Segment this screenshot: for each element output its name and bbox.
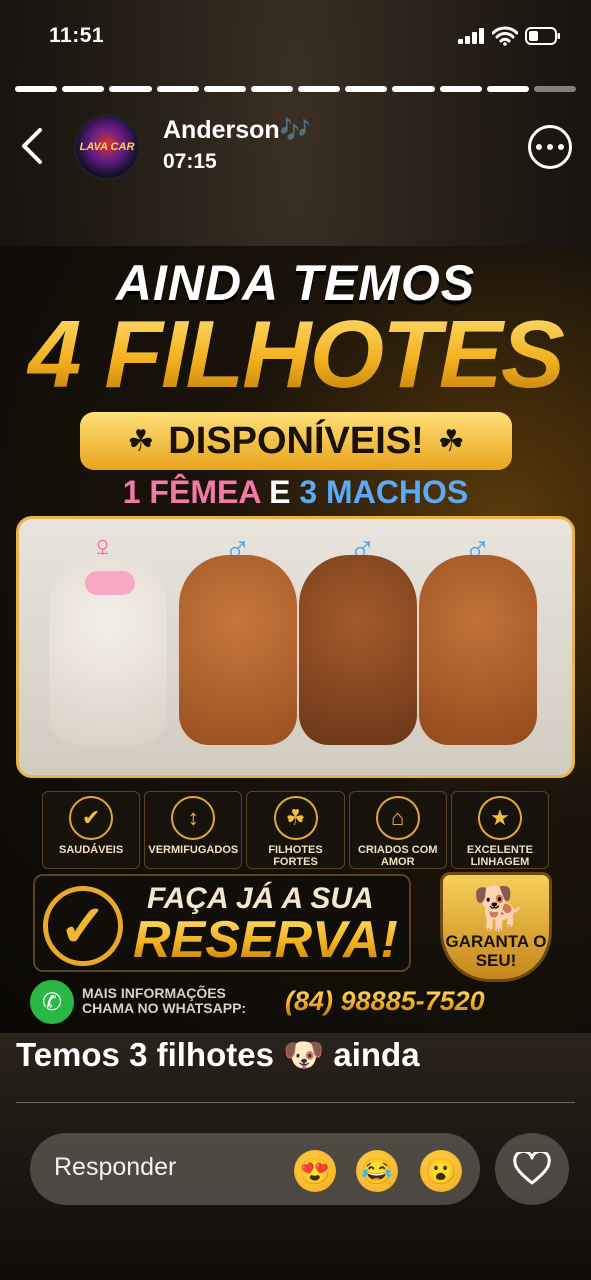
house-heart-icon: ⌂ xyxy=(375,796,420,840)
feature-badge: ☘ FILHOTES FORTES xyxy=(246,791,345,869)
feature-badge-label: VERMIFUGADOS xyxy=(148,844,239,856)
status-bar: 11:51 xyxy=(0,22,591,52)
like-heart-button[interactable] xyxy=(495,1133,569,1205)
laughing-reaction-button[interactable]: 😂 xyxy=(356,1150,398,1192)
story-poster-image: AINDA TEMOS 4 FILHOTES ☘ DISPONÍVEIS! ☘ … xyxy=(0,246,591,1033)
progress-segment xyxy=(392,86,435,92)
brown-puppy xyxy=(419,555,537,745)
whatsapp-icon: ✆ xyxy=(30,980,74,1024)
paw-icon: ☘ xyxy=(127,424,155,458)
battery-icon xyxy=(525,27,560,45)
feature-badges: ✔ SAUDÁVEIS ↕ VERMIFUGADOS ☘ FILHOTES FORTES ⌂… xyxy=(42,791,550,869)
phone-number: (84) 98885-7520 xyxy=(285,986,485,1016)
avatar-logo-text: LAVA CAR xyxy=(79,140,135,153)
count-conjunction: E xyxy=(269,474,291,510)
feature-badge: ★ EXCELENTE LINHAGEM xyxy=(450,791,550,869)
heart-icon xyxy=(513,1152,551,1185)
avatar[interactable]: LAVA CAR xyxy=(74,114,140,180)
progress-segment xyxy=(298,86,341,92)
poster-available-banner: ☘ DISPONÍVEIS! ☘ xyxy=(80,412,512,470)
paw-icon: ☘ xyxy=(437,424,465,458)
syringe-icon: ↕ xyxy=(171,796,216,840)
pink-bow xyxy=(85,571,135,595)
progress-segment xyxy=(15,86,58,92)
reserve-line2: RESERVA! xyxy=(133,911,398,969)
guarantee-text: GARANTA O SEU! xyxy=(445,932,547,970)
brown-puppy xyxy=(179,555,297,745)
guarantee-shield: 🐕 GARANTA O SEU! xyxy=(440,872,552,982)
status-time: 11:51 xyxy=(49,24,105,47)
brown-puppy xyxy=(299,555,417,745)
author-name[interactable]: Anderson🎶 xyxy=(163,116,311,145)
dot-icon xyxy=(547,144,553,150)
checkmark-icon: ✓ xyxy=(43,886,123,966)
reply-input[interactable]: Responder 😍 😂 😮 xyxy=(30,1133,480,1205)
feature-badge: ⌂ CRIADOS COM AMOR xyxy=(348,791,447,869)
more-options-button[interactable] xyxy=(528,125,572,169)
reserve-panel: ✓ FAÇA JÁ A SUA RESERVA! xyxy=(33,874,411,972)
poster-count-line: 1 FÊMEA E 3 MACHOS xyxy=(0,474,591,511)
progress-segment xyxy=(345,86,388,92)
info-line1: MAIS INFORMAÇÕES xyxy=(82,985,226,1001)
caption-divider xyxy=(16,1102,575,1103)
progress-segment xyxy=(250,86,294,92)
story-progress-bar xyxy=(15,86,577,92)
progress-segment xyxy=(62,86,105,92)
progress-segment xyxy=(439,86,482,92)
progress-segment xyxy=(486,86,529,92)
info-text: MAIS INFORMAÇÕES CHAMA NO WHATSAPP: xyxy=(82,985,247,1017)
dot-icon xyxy=(558,144,564,150)
feature-badge-label: EXCELENTE LINHAGEM xyxy=(466,843,533,868)
info-line2: CHAMA NO WHATSAPP: xyxy=(82,1000,247,1017)
feature-badge: ↕ VERMIFUGADOS xyxy=(144,791,243,869)
female-count: 1 FÊMEA xyxy=(122,474,261,510)
feature-badge-label: FILHOTES FORTES xyxy=(268,843,323,868)
progress-segment xyxy=(533,86,577,92)
shield-check-icon: ✔ xyxy=(69,796,114,840)
dot-icon xyxy=(536,144,542,150)
feature-badge: ✔ SAUDÁVEIS xyxy=(42,791,141,869)
dog-icon: 🐕 xyxy=(473,885,526,932)
wifi-icon xyxy=(492,26,518,46)
cellular-signal-icon xyxy=(458,28,484,44)
feature-badge-label: SAUDÁVEIS xyxy=(59,844,124,856)
male-count: 3 MACHOS xyxy=(299,474,469,510)
banner-text: DISPONÍVEIS! xyxy=(168,419,424,462)
progress-segment xyxy=(109,86,152,92)
posted-time: 07:15 xyxy=(163,150,217,173)
story-caption: Temos 3 filhotes 🐶 ainda xyxy=(16,1036,420,1073)
surprised-reaction-button[interactable]: 😮 xyxy=(420,1150,462,1192)
progress-segment xyxy=(203,86,246,92)
puppies-photo: ♀ ♂ ♂ ♂ xyxy=(16,516,575,778)
poster-title: 4 FILHOTES xyxy=(0,302,591,408)
heart-eyes-reaction-button[interactable]: 😍 xyxy=(294,1150,336,1192)
reply-placeholder: Responder xyxy=(54,1153,177,1181)
progress-segment xyxy=(156,86,199,92)
feature-badge-label: CRIADOS COM AMOR xyxy=(357,843,438,868)
back-chevron-icon[interactable] xyxy=(18,126,48,166)
paw-icon: ☘ xyxy=(273,796,318,840)
medal-icon: ★ xyxy=(477,796,522,840)
